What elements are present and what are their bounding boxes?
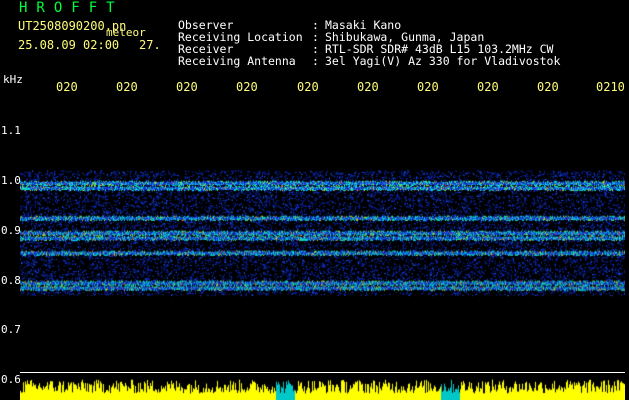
x-tick-label: 020 [537,81,559,93]
y-tick-label: 0.9 [1,224,21,237]
x-tick-label: 0210 [596,81,625,93]
datetime-label: 25.08.09 02:00 [18,38,120,52]
x-tick-label: 020 [477,81,499,93]
app-title: HROFFT [19,0,124,16]
x-tick-label: 020 [417,81,439,93]
station-info: Observer: Masaki Kano Receiving Location:… [178,4,618,68]
meteor-count: 27. [139,38,161,52]
info-colon: : [312,54,319,68]
y-tick-label: 1.1 [1,124,21,137]
x-tick-label: 020 [116,81,138,93]
info-antenna: Receiving Antenna:3el Yagi(V) Az 330 for… [178,40,618,68]
info-observer: Observer: Masaki Kano [178,4,618,32]
info-receiver: Receiver: RTL-SDR SDR# 43dB L15 103.2MHz … [178,28,618,56]
y-axis-unit: kHz [3,73,23,86]
x-tick-label: 020 [176,81,198,93]
x-tick-label: 020 [297,81,319,93]
y-tick-label: 0.8 [1,274,21,287]
info-location: Receiving Location: Shibukawa, Gunma, Jap… [178,16,618,44]
y-tick-label: 1.0 [1,174,21,187]
meteor-label: meteor [106,26,146,39]
y-tick-label: 0.6 [1,373,21,386]
x-tick-label: 020 [236,81,258,93]
x-tick-label: 020 [56,81,78,93]
x-tick-label: 020 [357,81,379,93]
spectrogram [20,98,625,400]
info-key: Receiving Antenna [178,54,296,68]
y-tick-label: 0.7 [1,323,21,336]
info-value: 3el Yagi(V) Az 330 for Vladivostok [325,54,561,68]
amplitude-baseline [20,372,625,373]
